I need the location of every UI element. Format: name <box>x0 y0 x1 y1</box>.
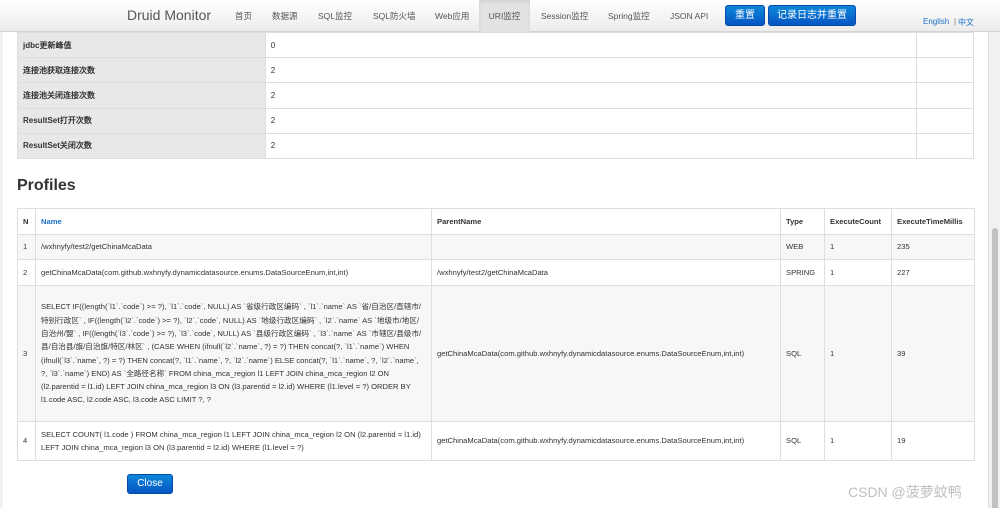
cell-name: getChinaMcaData(com.github.wxhnyfy.dynam… <box>35 259 432 286</box>
col-type-header[interactable]: Type <box>780 208 825 235</box>
stat-value: 2 <box>264 107 918 134</box>
stat-extra-cell <box>916 107 974 134</box>
table-row: 1 /wxhnyfy/test2/getChinaMcaData WEB 1 2… <box>17 234 975 260</box>
cell-parent: getChinaMcaData(com.github.wxhnyfy.dynam… <box>431 285 781 422</box>
cell-n: 2 <box>17 259 36 286</box>
cell-count: 1 <box>824 421 892 461</box>
nav-datasource[interactable]: 数据源 <box>266 0 304 32</box>
table-row: 4 SELECT COUNT( l1.code ) FROM china_mca… <box>17 421 975 461</box>
cell-name: /wxhnyfy/test2/getChinaMcaData <box>35 234 432 260</box>
scrollbar-thumb[interactable] <box>992 228 998 508</box>
nav-sql-firewall[interactable]: SQL防火墙 <box>367 0 422 32</box>
stats-row: ResultSet关闭次数 2 <box>17 132 974 159</box>
cell-type: SPRING <box>780 259 825 286</box>
nav-web-app[interactable]: Web应用 <box>429 0 475 32</box>
lang-english-link[interactable]: English <box>923 17 949 26</box>
stat-extra-cell <box>916 31 974 59</box>
profiles-header-row: N Name ParentName Type ExecuteCount Exec… <box>17 208 975 235</box>
nav-session-monitor[interactable]: Session监控 <box>535 0 594 32</box>
cell-parent: getChinaMcaData(com.github.wxhnyfy.dynam… <box>431 421 781 461</box>
watermark-text: CSDN @菠萝蚊鸭 <box>848 484 962 500</box>
stat-label: jdbc更新峰值 <box>17 31 266 59</box>
col-millis-header[interactable]: ExecuteTimeMillis <box>891 208 975 235</box>
stats-row: ResultSet打开次数 2 <box>17 107 974 134</box>
stats-row: jdbc更新峰值 0 <box>17 31 974 59</box>
cell-millis: 39 <box>891 285 975 422</box>
nav-spring-monitor[interactable]: Spring监控 <box>602 0 656 32</box>
lang-separator: | <box>954 17 957 26</box>
cell-millis: 19 <box>891 421 975 461</box>
reset-button[interactable]: 重置 <box>725 5 765 26</box>
nav-sql-monitor[interactable]: SQL监控 <box>312 0 358 32</box>
nav-home[interactable]: 首页 <box>229 0 258 32</box>
brand-title[interactable]: Druid Monitor <box>127 7 211 23</box>
cell-type: WEB <box>780 234 825 260</box>
cell-name: SELECT COUNT( l1.code ) FROM china_mca_r… <box>35 421 432 461</box>
cell-type: SQL <box>780 421 825 461</box>
cell-parent <box>431 234 781 260</box>
cell-millis: 235 <box>891 234 975 260</box>
table-row: 2 getChinaMcaData(com.github.wxhnyfy.dyn… <box>17 259 975 286</box>
col-n-header[interactable]: N <box>17 208 36 235</box>
nav-uri-monitor[interactable]: URI监控 <box>479 0 530 32</box>
stat-value: 2 <box>264 57 918 84</box>
cell-count: 1 <box>824 234 892 260</box>
cell-millis: 227 <box>891 259 975 286</box>
cell-type: SQL <box>780 285 825 422</box>
cell-n: 4 <box>17 421 36 461</box>
cell-count: 1 <box>824 259 892 286</box>
col-name-header[interactable]: Name <box>35 208 432 235</box>
stat-extra-cell <box>916 57 974 84</box>
cell-name: SELECT IF((length(`l1`.`code`) >= ?), `l… <box>35 285 432 422</box>
stats-table: jdbc更新峰值 0 连接池获取连接次数 2 连接池关闭连接次数 2 Resul… <box>17 31 974 159</box>
vertical-scrollbar[interactable] <box>988 32 1000 508</box>
table-row: 3 SELECT IF((length(`l1`.`code`) >= ?), … <box>17 285 975 422</box>
stat-label: 连接池关闭连接次数 <box>17 82 266 109</box>
stats-row: 连接池关闭连接次数 2 <box>17 82 974 109</box>
cell-n: 3 <box>17 285 36 422</box>
profiles-table: N Name ParentName Type ExecuteCount Exec… <box>17 208 975 461</box>
stat-value: 2 <box>264 132 918 159</box>
col-count-header[interactable]: ExecuteCount <box>824 208 892 235</box>
stat-extra-cell <box>916 132 974 159</box>
cell-n: 1 <box>17 234 36 260</box>
stat-value: 0 <box>264 31 918 59</box>
col-parent-header[interactable]: ParentName <box>431 208 781 235</box>
stat-value: 2 <box>264 82 918 109</box>
cell-parent: /wxhnyfy/test2/getChinaMcaData <box>431 259 781 286</box>
profiles-heading: Profiles <box>17 177 76 194</box>
close-button[interactable]: Close <box>127 474 173 494</box>
log-and-reset-button[interactable]: 记录日志并重置 <box>768 5 856 26</box>
stat-label: 连接池获取连接次数 <box>17 57 266 84</box>
stats-row: 连接池获取连接次数 2 <box>17 57 974 84</box>
cell-count: 1 <box>824 285 892 422</box>
stat-label: ResultSet关闭次数 <box>17 132 266 159</box>
lang-chinese-link[interactable]: 中文 <box>958 17 974 28</box>
stat-extra-cell <box>916 82 974 109</box>
nav-json-api[interactable]: JSON API <box>664 0 714 32</box>
stat-label: ResultSet打开次数 <box>17 107 266 134</box>
top-navbar: Druid Monitor 首页 数据源 SQL监控 SQL防火墙 Web应用 … <box>0 0 1000 32</box>
